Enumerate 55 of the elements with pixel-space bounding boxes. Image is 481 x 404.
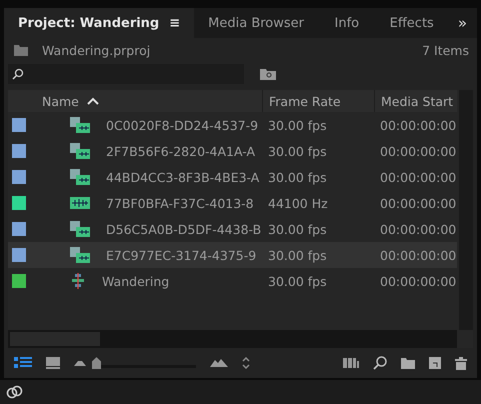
new-folder-icon[interactable] xyxy=(401,358,415,369)
column-header[interactable]: Frame Rate xyxy=(262,90,374,112)
video-clip-icon xyxy=(70,221,90,237)
video-clip-icon xyxy=(70,143,90,159)
creative-cloud-icon[interactable] xyxy=(6,385,24,400)
clip-name[interactable]: D56C5A0B-D5DF-4438-B xyxy=(100,222,262,236)
audio-clip-icon xyxy=(70,197,90,209)
media-start: 00:00:00:00 xyxy=(379,196,457,210)
clip-name[interactable]: Wandering xyxy=(96,274,170,288)
video-clip-icon xyxy=(70,247,90,263)
storyboard-icon[interactable] xyxy=(343,358,359,368)
frame-rate: 30.00 fps xyxy=(267,144,328,158)
search-icon xyxy=(12,68,24,80)
panel-tab[interactable]: Media Browser xyxy=(194,8,318,38)
clip-name[interactable]: E7C977EC-3174-4375-9 xyxy=(100,248,256,262)
frame-rate: 30.00 fps xyxy=(267,170,328,184)
column-header[interactable]: Name xyxy=(8,90,262,112)
frame-rate: 30.00 fps xyxy=(267,274,328,288)
icon-view-icon[interactable] xyxy=(46,357,60,370)
new-item-icon[interactable] xyxy=(429,357,441,370)
zoom-in-icon[interactable] xyxy=(210,359,228,368)
search-icon[interactable] xyxy=(373,356,387,370)
media-start: 00:00:00:00 xyxy=(379,118,457,132)
folder-up-icon[interactable] xyxy=(14,44,28,56)
panel-tab[interactable]: Effects xyxy=(376,8,448,38)
panel-menu-icon[interactable]: ≡ xyxy=(169,16,180,30)
video-clip-icon xyxy=(70,169,90,185)
media-start: 00:00:00:00 xyxy=(379,274,457,288)
frame-rate: 44100 Hz xyxy=(267,196,329,210)
clip-name[interactable]: 44BD4CC3-8F3B-4BE3-A xyxy=(100,170,260,184)
video-clip-icon xyxy=(70,117,90,133)
trash-icon[interactable] xyxy=(455,356,467,370)
frame-rate: 30.00 fps xyxy=(267,222,328,236)
frame-rate: 30.00 fps xyxy=(267,118,328,132)
media-start: 00:00:00:00 xyxy=(379,144,457,158)
item-count: 7 Items xyxy=(422,42,469,58)
frame-rate: 30.00 fps xyxy=(267,248,328,262)
panel-tab[interactable]: Info xyxy=(318,8,376,38)
column-header[interactable]: Media Start xyxy=(374,90,457,112)
list-view-icon[interactable] xyxy=(14,356,32,370)
media-start: 00:00:00:00 xyxy=(379,170,457,184)
zoom-slider-thumb[interactable] xyxy=(92,357,101,370)
clip-name[interactable]: 0C0020F8-DD24-4537-9 xyxy=(100,118,258,132)
tab-overflow-button[interactable]: » xyxy=(448,8,477,38)
media-start: 00:00:00:00 xyxy=(379,222,457,236)
clip-name[interactable]: 2F7B56F6-2820-4A1A-A xyxy=(100,144,256,158)
media-start: 00:00:00:00 xyxy=(379,248,457,262)
sequence-icon xyxy=(70,273,86,289)
clip-name[interactable]: 77BF0BFA-F37C-4013-8 xyxy=(100,196,254,210)
search-field[interactable] xyxy=(8,64,244,84)
project-file-name: Wandering.prproj xyxy=(42,42,150,58)
find-folder-icon[interactable] xyxy=(260,68,276,80)
zoom-out-icon[interactable] xyxy=(74,360,86,366)
panel-tab[interactable]: Project: Wandering ≡ xyxy=(4,8,194,38)
sort-icon[interactable] xyxy=(242,357,250,370)
